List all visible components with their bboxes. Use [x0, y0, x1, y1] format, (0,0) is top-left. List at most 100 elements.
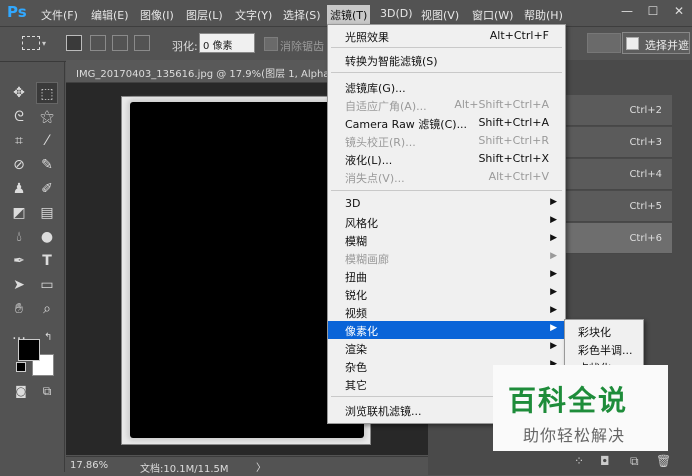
submenu-arrow-icon: ▶ [550, 251, 557, 261]
menu-file[interactable]: 文件(F) [41, 7, 78, 23]
menu-select[interactable]: 选择(S) [283, 7, 321, 23]
gradient-tool-icon[interactable]: ▤ [36, 202, 58, 224]
menu-item-stylize[interactable]: 风格化 ▶ [328, 213, 565, 231]
chevron-down-icon[interactable]: ▾ [42, 39, 46, 48]
blur-tool-icon[interactable]: 💧︎ [8, 226, 30, 248]
trash-icon[interactable]: 🗑︎ [656, 454, 671, 468]
save-selection-icon[interactable]: ◘ [600, 454, 610, 468]
menu-item-camera-raw[interactable]: Camera Raw 滤镜(C)... Shift+Ctrl+A [328, 114, 565, 132]
marquee-preset-icon[interactable] [22, 36, 40, 50]
crop-tool-icon[interactable]: ⌗ [8, 130, 30, 152]
menu-image[interactable]: 图像(I) [140, 7, 174, 23]
swap-colors-icon[interactable]: ↰ [44, 332, 54, 343]
menu-item-sharpen[interactable]: 锐化 ▶ [328, 285, 565, 303]
screen-mode-icon[interactable]: ⧉ [36, 380, 58, 402]
channel-row[interactable]: Ctrl+3 [560, 127, 672, 158]
menu-item-render[interactable]: 渲染 ▶ [328, 339, 565, 357]
menu-item-blur-gallery: 模糊画廊 ▶ [345, 251, 557, 266]
menu-item-adaptive-wide-angle: 自适应广角(A)... Alt+Shift+Ctrl+A [345, 98, 549, 113]
eyedropper-icon[interactable]: ⁄ [36, 130, 58, 152]
menu-item-pixelate[interactable]: 像素化 ▶ [328, 321, 565, 339]
submenu-arrow-icon: ▶ [550, 341, 557, 351]
maximize-icon[interactable]: ☐ [646, 4, 660, 18]
channel-shortcut: Ctrl+2 [629, 105, 662, 116]
add-to-selection-icon[interactable] [90, 35, 106, 51]
channel-shortcut: Ctrl+3 [629, 137, 662, 148]
watermark-subtitle: 助你轻松解决 [523, 426, 626, 445]
marquee-tool-icon[interactable]: ⬚ [36, 82, 58, 104]
move-tool-icon[interactable]: ✥ [8, 82, 30, 104]
panel-footer: ⁘ ◘ ⧉ 🗑︎ [560, 452, 692, 475]
brush-tool-icon[interactable]: ✎ [36, 154, 58, 176]
path-selection-icon[interactable]: ➤ [8, 274, 30, 296]
clone-stamp-icon[interactable]: ♟ [8, 178, 30, 200]
new-selection-icon[interactable] [66, 35, 82, 51]
watermark-title: 百科全说 [508, 384, 629, 417]
rectangle-tool-icon[interactable]: ▭ [36, 274, 58, 296]
channel-shortcut: Ctrl+4 [629, 169, 662, 180]
antialias-checkbox[interactable] [264, 37, 278, 51]
menu-bar: Ps 文件(F) 编辑(E) 图像(I) 图层(L) 文字(Y) 选择(S) 滤… [0, 0, 692, 25]
channel-row[interactable]: Ctrl+2 [560, 95, 672, 126]
hand-tool-icon[interactable]: ✋︎ [8, 298, 30, 320]
antialias-label: 消除锯齿 [280, 40, 324, 53]
channel-shortcut: Ctrl+5 [629, 201, 662, 212]
feather-input[interactable]: 0 像素 [199, 33, 255, 53]
menu-type[interactable]: 文字(Y) [235, 7, 272, 23]
channel-row[interactable]: Ctrl+4 [560, 159, 672, 190]
zoom-level[interactable]: 17.86% [70, 460, 108, 471]
lasso-tool-icon[interactable]: ᘓ [8, 106, 30, 128]
quick-mask-icon[interactable]: ◙ [10, 380, 32, 402]
zoom-tool-icon[interactable]: ⌕ [36, 298, 58, 320]
menu-edit[interactable]: 编辑(E) [91, 7, 129, 23]
channel-shortcut: Ctrl+6 [629, 233, 662, 244]
submenu-arrow-icon: ▶ [550, 305, 557, 315]
eraser-tool-icon[interactable]: ◩ [8, 202, 30, 224]
submenu-arrow-icon: ▶ [550, 215, 557, 225]
menu-item-video[interactable]: 视频 ▶ [328, 303, 565, 321]
healing-brush-icon[interactable]: ⊘ [8, 154, 30, 176]
submenu-arrow-icon: ▶ [550, 323, 557, 333]
menu-layer[interactable]: 图层(L) [186, 7, 223, 23]
intersect-selection-icon[interactable] [134, 35, 150, 51]
menu-item-filter-gallery[interactable]: 滤镜库(G)... [328, 78, 565, 96]
document-title: IMG_20170403_135616.jpg @ 17.9%(图层 1, Al… [76, 69, 339, 80]
submenu-arrow-icon: ▶ [550, 197, 557, 207]
menu-item-lighting-effects[interactable]: 光照效果 Alt+Ctrl+F [328, 27, 565, 45]
feather-label: 羽化: [172, 40, 198, 53]
magic-wand-icon[interactable]: ⚝ [36, 106, 58, 128]
menu-3d[interactable]: 3D(D) [380, 7, 413, 20]
toolbar: ✥ ⬚ ᘓ ⚝ ⌗ ⁄ ⊘ ✎ ♟ ✐ ◩ ▤ 💧︎ ● ✒ T ➤ ▭ ✋︎ … [4, 62, 65, 472]
channel-row[interactable]: Ctrl+6 [560, 223, 672, 254]
menu-item-liquify[interactable]: 液化(L)... Shift+Ctrl+X [328, 150, 565, 168]
menu-filter[interactable]: 滤镜(T) [327, 5, 371, 25]
menu-window[interactable]: 窗口(W) [472, 7, 513, 23]
submenu-item-color-halftone[interactable]: 彩色半调... [578, 342, 633, 358]
menu-item-distort[interactable]: 扭曲 ▶ [328, 267, 565, 285]
menu-item-lens-correction: 镜头校正(R)... Shift+Ctrl+R [345, 134, 549, 149]
submenu-item-crystallize[interactable]: 彩块化 [578, 324, 611, 340]
type-tool-icon[interactable]: T [36, 250, 58, 272]
history-brush-icon[interactable]: ✐ [36, 178, 58, 200]
menu-item-blur[interactable]: 模糊 ▶ [328, 231, 565, 249]
checkbox-icon [626, 37, 639, 50]
subtract-selection-icon[interactable] [112, 35, 128, 51]
menu-view[interactable]: 视图(V) [421, 7, 459, 23]
foreground-color-swatch[interactable] [18, 339, 40, 361]
close-icon[interactable]: ✕ [672, 4, 686, 18]
width-input[interactable] [587, 33, 621, 53]
select-and-mask-button[interactable]: 选择并遮 [622, 32, 690, 54]
filter-menu: 光照效果 Alt+Ctrl+F 转换为智能滤镜(S) 滤镜库(G)... 自适应广… [327, 24, 566, 424]
new-channel-icon[interactable]: ⧉ [630, 454, 639, 469]
channel-row[interactable]: Ctrl+5 [560, 191, 672, 222]
load-selection-icon[interactable]: ⁘ [574, 454, 584, 468]
pen-tool-icon[interactable]: ✒ [8, 250, 30, 272]
minimize-icon[interactable]: — [620, 4, 634, 18]
menu-item-3d[interactable]: 3D ▶ [328, 195, 565, 213]
menu-item-convert-smart-filter[interactable]: 转换为智能滤镜(S) [328, 51, 565, 69]
status-menu-icon[interactable]: 〉 [256, 459, 266, 474]
submenu-arrow-icon: ▶ [550, 233, 557, 243]
dodge-tool-icon[interactable]: ● [36, 226, 58, 248]
default-colors-icon[interactable] [16, 362, 26, 372]
menu-help[interactable]: 帮助(H) [524, 7, 563, 23]
